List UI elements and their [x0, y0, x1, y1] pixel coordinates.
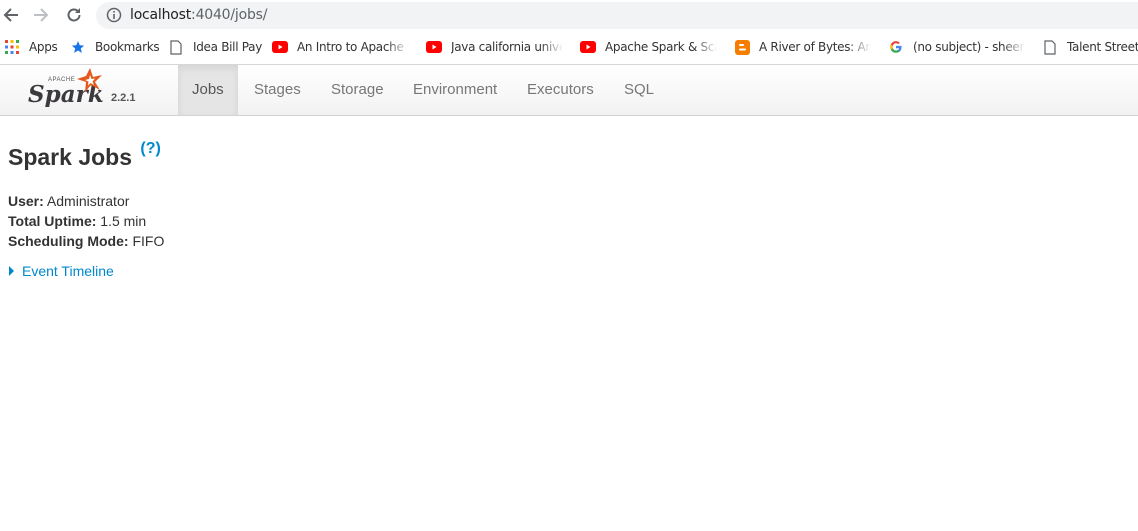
bookmark-label: (no subject) - sheena — [913, 40, 1025, 54]
url-text[interactable]: localhost:4040/jobs/ — [130, 7, 267, 23]
bookmark-idea-bill-pay[interactable]: Idea Bill Pay — [168, 39, 262, 55]
bookmark-label: Apps — [29, 40, 58, 54]
bookmark-label: Idea Bill Pay — [193, 40, 263, 54]
expand-arrow-icon — [9, 266, 14, 276]
page-icon — [168, 39, 184, 55]
spark-logo[interactable]: APACHE Spark — [28, 68, 138, 112]
page-title-text: Spark Jobs — [8, 144, 132, 170]
bookmark-no-subject[interactable]: (no subject) - sheena — [888, 39, 1025, 55]
scheduling-mode-info: Scheduling Mode: FIFO — [8, 233, 164, 249]
spark-version: 2.2.1 — [111, 92, 136, 104]
url-path: :4040/jobs/ — [191, 7, 268, 23]
event-timeline-toggle[interactable]: Event Timeline — [9, 263, 114, 279]
bookmark-label: A River of Bytes: An e — [759, 40, 871, 54]
tab-environment[interactable]: Environment — [399, 65, 511, 115]
forward-icon[interactable] — [30, 4, 52, 26]
apps-grid-icon — [4, 39, 20, 55]
user-label: User: — [8, 193, 44, 209]
blogger-icon — [734, 39, 750, 55]
bookmark-river-of-bytes[interactable]: A River of Bytes: An e — [734, 39, 871, 55]
page-icon — [1042, 39, 1058, 55]
bookmark-apache-spark-scala[interactable]: Apache Spark & Scala — [580, 39, 717, 55]
youtube-icon — [580, 39, 596, 55]
uptime-info: Total Uptime: 1.5 min — [8, 213, 146, 229]
uptime-value: 1.5 min — [100, 213, 147, 229]
google-icon — [888, 39, 904, 55]
info-icon[interactable] — [106, 7, 122, 28]
spark-navbar: APACHE Spark 2.2.1 Jobs Stages Storage E… — [0, 65, 1138, 116]
tab-stages[interactable]: Stages — [240, 65, 315, 115]
bookmark-label: Bookmarks — [95, 40, 160, 54]
bookmark-label: An Intro to Apache Sp — [297, 40, 409, 54]
bookmark-intro-apache-spark[interactable]: An Intro to Apache Sp — [272, 39, 409, 55]
mode-value: FIFO — [132, 233, 165, 249]
star-icon — [70, 39, 86, 55]
bookmark-talent-street[interactable]: Talent Street - — [1042, 39, 1138, 55]
help-link[interactable]: (?) — [140, 140, 160, 157]
browser-toolbar: localhost:4040/jobs/ — [0, 0, 1138, 31]
back-icon[interactable] — [0, 4, 22, 26]
youtube-icon — [426, 39, 442, 55]
uptime-label: Total Uptime: — [8, 213, 97, 229]
youtube-icon — [272, 39, 288, 55]
tab-sql[interactable]: SQL — [610, 65, 668, 115]
tab-jobs[interactable]: Jobs — [178, 65, 238, 115]
bookmark-label: Talent Street - — [1067, 40, 1138, 54]
tab-executors[interactable]: Executors — [513, 65, 608, 115]
bookmark-label: Apache Spark & Scala — [605, 40, 717, 54]
bookmarks-bar: Apps Bookmarks Idea Bill Pay An Intro to… — [0, 31, 1138, 65]
event-timeline-label: Event Timeline — [22, 263, 114, 279]
tab-storage[interactable]: Storage — [317, 65, 398, 115]
bookmark-bookmarks[interactable]: Bookmarks — [70, 39, 159, 55]
reload-icon[interactable] — [63, 4, 85, 26]
url-host: localhost — [130, 7, 192, 23]
bookmark-java-california[interactable]: Java california univer — [426, 39, 563, 55]
bookmark-apps[interactable]: Apps — [4, 39, 58, 55]
page-title: Spark Jobs (?) — [8, 140, 161, 171]
mode-label: Scheduling Mode: — [8, 233, 129, 249]
user-info: User: Administrator — [8, 193, 129, 209]
bookmark-label: Java california univer — [451, 40, 563, 54]
address-bar[interactable]: localhost:4040/jobs/ — [96, 2, 1138, 29]
user-value: Administrator — [46, 193, 130, 209]
